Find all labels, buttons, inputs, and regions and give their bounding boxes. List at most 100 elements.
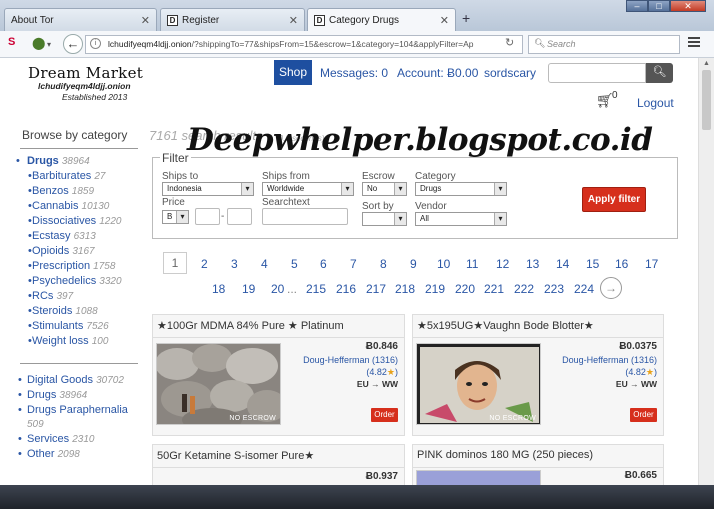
noscript-icon[interactable]: S — [8, 36, 15, 48]
page-current[interactable]: 1 — [163, 252, 187, 274]
category-item[interactable]: Other 2098 — [16, 447, 141, 462]
product-image[interactable] — [416, 470, 541, 485]
subcategory-item[interactable]: • Steroids 1088 — [16, 304, 141, 319]
product-image[interactable]: NO ESCROW — [416, 343, 541, 425]
subcategory-item[interactable]: • Dissociatives 1220 — [16, 214, 141, 229]
category-item[interactable]: Services 2310 — [16, 432, 141, 447]
product-card[interactable]: 50Gr Ketamine S-isomer Pure★ Ƀ0.937 — [152, 444, 405, 485]
menu-icon[interactable] — [688, 37, 700, 49]
vendor-link[interactable]: Doug-Hefferman (1316) — [562, 355, 657, 365]
product-card[interactable]: ★100Gr MDMA 84% Pure ★ Platinum NO ESCRO… — [152, 314, 405, 436]
page-link[interactable]: 9 — [410, 257, 417, 271]
next-page-button[interactable]: → — [600, 277, 622, 299]
product-card[interactable]: PINK dominos 180 MG (250 pieces) Ƀ0.665 — [412, 444, 664, 485]
page-link[interactable]: 221 — [484, 282, 504, 296]
logout-link[interactable]: Logout — [637, 96, 674, 110]
category-select[interactable]: Drugs — [415, 182, 507, 196]
page-link[interactable]: 2 — [201, 257, 208, 271]
product-title[interactable]: ★100Gr MDMA 84% Pure ★ Platinum — [157, 319, 344, 332]
page-link[interactable]: 12 — [496, 257, 509, 271]
page-link[interactable]: 13 — [526, 257, 539, 271]
product-title[interactable]: 50Gr Ketamine S-isomer Pure★ — [157, 449, 314, 462]
site-search-input[interactable] — [548, 63, 646, 83]
subcategory-item[interactable]: • RCs 397 — [16, 289, 141, 304]
subcategory-item[interactable]: • Weight loss 100 — [16, 334, 141, 349]
subcategory-item[interactable]: • Ecstasy 6313 — [16, 229, 141, 244]
product-title[interactable]: PINK dominos 180 MG (250 pieces) — [417, 449, 593, 461]
messages-link[interactable]: Messages: 0 — [320, 66, 388, 80]
price-min-input[interactable] — [195, 208, 220, 225]
subcategory-item[interactable]: • Stimulants 7526 — [16, 319, 141, 334]
subcategory-item[interactable]: • Barbiturates 27 — [16, 169, 141, 184]
tor-onion-icon[interactable]: ⬤ — [32, 36, 45, 50]
maximize-icon[interactable]: □ — [648, 0, 670, 12]
page-link[interactable]: 3 — [231, 257, 238, 271]
page-link[interactable]: 10 — [437, 257, 450, 271]
subcategory-item[interactable]: • Psychedelics 3320 — [16, 274, 141, 289]
url-bar[interactable]: lchudifyeqm4ldjj.onion/?shippingTo=77&sh… — [85, 35, 523, 54]
vendor-select[interactable]: All — [415, 212, 507, 226]
scrollbar-thumb[interactable] — [702, 70, 711, 130]
apply-filter-button[interactable]: Apply filter — [582, 187, 646, 212]
tab-category-drugs[interactable]: D Category Drugs ✕ — [307, 8, 456, 32]
page-link[interactable]: 20 — [271, 282, 284, 296]
close-icon[interactable]: ✕ — [440, 14, 449, 27]
searchtext-input[interactable] — [262, 208, 348, 225]
page-link[interactable]: 18 — [212, 282, 225, 296]
chevron-down-icon[interactable]: ▾ — [47, 40, 51, 49]
page-link[interactable]: 218 — [395, 282, 415, 296]
order-button[interactable]: Order — [371, 408, 398, 422]
shop-button[interactable]: Shop — [274, 60, 312, 85]
ships-to-select[interactable]: Indonesia — [162, 182, 254, 196]
subcategory-item[interactable]: • Cannabis 10130 — [16, 199, 141, 214]
category-item[interactable]: Drugs Paraphernalia 509 — [16, 403, 141, 432]
username-link[interactable]: sordscary — [484, 66, 536, 80]
page-link[interactable]: 15 — [586, 257, 599, 271]
product-title[interactable]: ★5x195UG★Vaughn Bode Blotter★ — [417, 319, 594, 332]
site-info-icon[interactable]: i — [90, 38, 101, 49]
window-close-icon[interactable]: ✕ — [670, 0, 706, 12]
new-tab-button[interactable]: + — [462, 10, 470, 26]
page-link[interactable]: 216 — [336, 282, 356, 296]
page-link[interactable]: 6 — [320, 257, 327, 271]
site-search-button[interactable]: 🔍︎ — [646, 63, 673, 83]
back-button[interactable]: ← — [63, 34, 83, 54]
page-link[interactable]: 8 — [380, 257, 387, 271]
sort-by-select[interactable] — [362, 212, 407, 226]
page-link[interactable]: 11 — [466, 257, 478, 271]
browser-search-input[interactable]: Search — [528, 35, 680, 54]
subcategory-item[interactable]: • Prescription 1758 — [16, 259, 141, 274]
page-link[interactable]: 223 — [544, 282, 564, 296]
page-link[interactable]: 16 — [615, 257, 628, 271]
order-button[interactable]: Order — [630, 408, 657, 422]
page-link[interactable]: 4 — [261, 257, 268, 271]
site-logo-title[interactable]: Dream Market — [28, 64, 143, 82]
minimize-icon[interactable]: – — [626, 0, 648, 12]
page-link[interactable]: 215 — [306, 282, 326, 296]
page-link[interactable]: 222 — [514, 282, 534, 296]
category-item-drugs[interactable]: Drugs 38964 — [16, 154, 141, 169]
tab-about-tor[interactable]: About Tor ✕ — [4, 8, 157, 31]
page-link[interactable]: 17 — [645, 257, 658, 271]
page-link[interactable]: 14 — [556, 257, 569, 271]
reload-icon[interactable]: ↻ — [505, 36, 514, 49]
page-link[interactable]: 219 — [425, 282, 445, 296]
page-link[interactable]: 7 — [350, 257, 357, 271]
vertical-scrollbar[interactable]: ▲ — [698, 58, 714, 485]
page-link[interactable]: 5 — [291, 257, 298, 271]
account-link[interactable]: Account: Ƀ0.00 — [397, 66, 478, 80]
product-image[interactable]: NO ESCROW — [156, 343, 281, 425]
tab-register[interactable]: D Register ✕ — [160, 8, 305, 31]
scroll-up-icon[interactable]: ▲ — [703, 60, 710, 67]
subcategory-item[interactable]: • Benzos 1859 — [16, 184, 141, 199]
escrow-select[interactable]: No — [362, 182, 407, 196]
close-icon[interactable]: ✕ — [289, 14, 298, 27]
page-link[interactable]: 19 — [242, 282, 255, 296]
page-link[interactable]: 224 — [574, 282, 594, 296]
close-icon[interactable]: ✕ — [141, 14, 150, 27]
category-item[interactable]: Drugs 38964 — [16, 388, 141, 403]
price-max-input[interactable] — [227, 208, 252, 225]
subcategory-item[interactable]: • Opioids 3167 — [16, 244, 141, 259]
vendor-link[interactable]: Doug-Hefferman (1316) — [303, 355, 398, 365]
price-currency-select[interactable]: B — [162, 210, 189, 224]
